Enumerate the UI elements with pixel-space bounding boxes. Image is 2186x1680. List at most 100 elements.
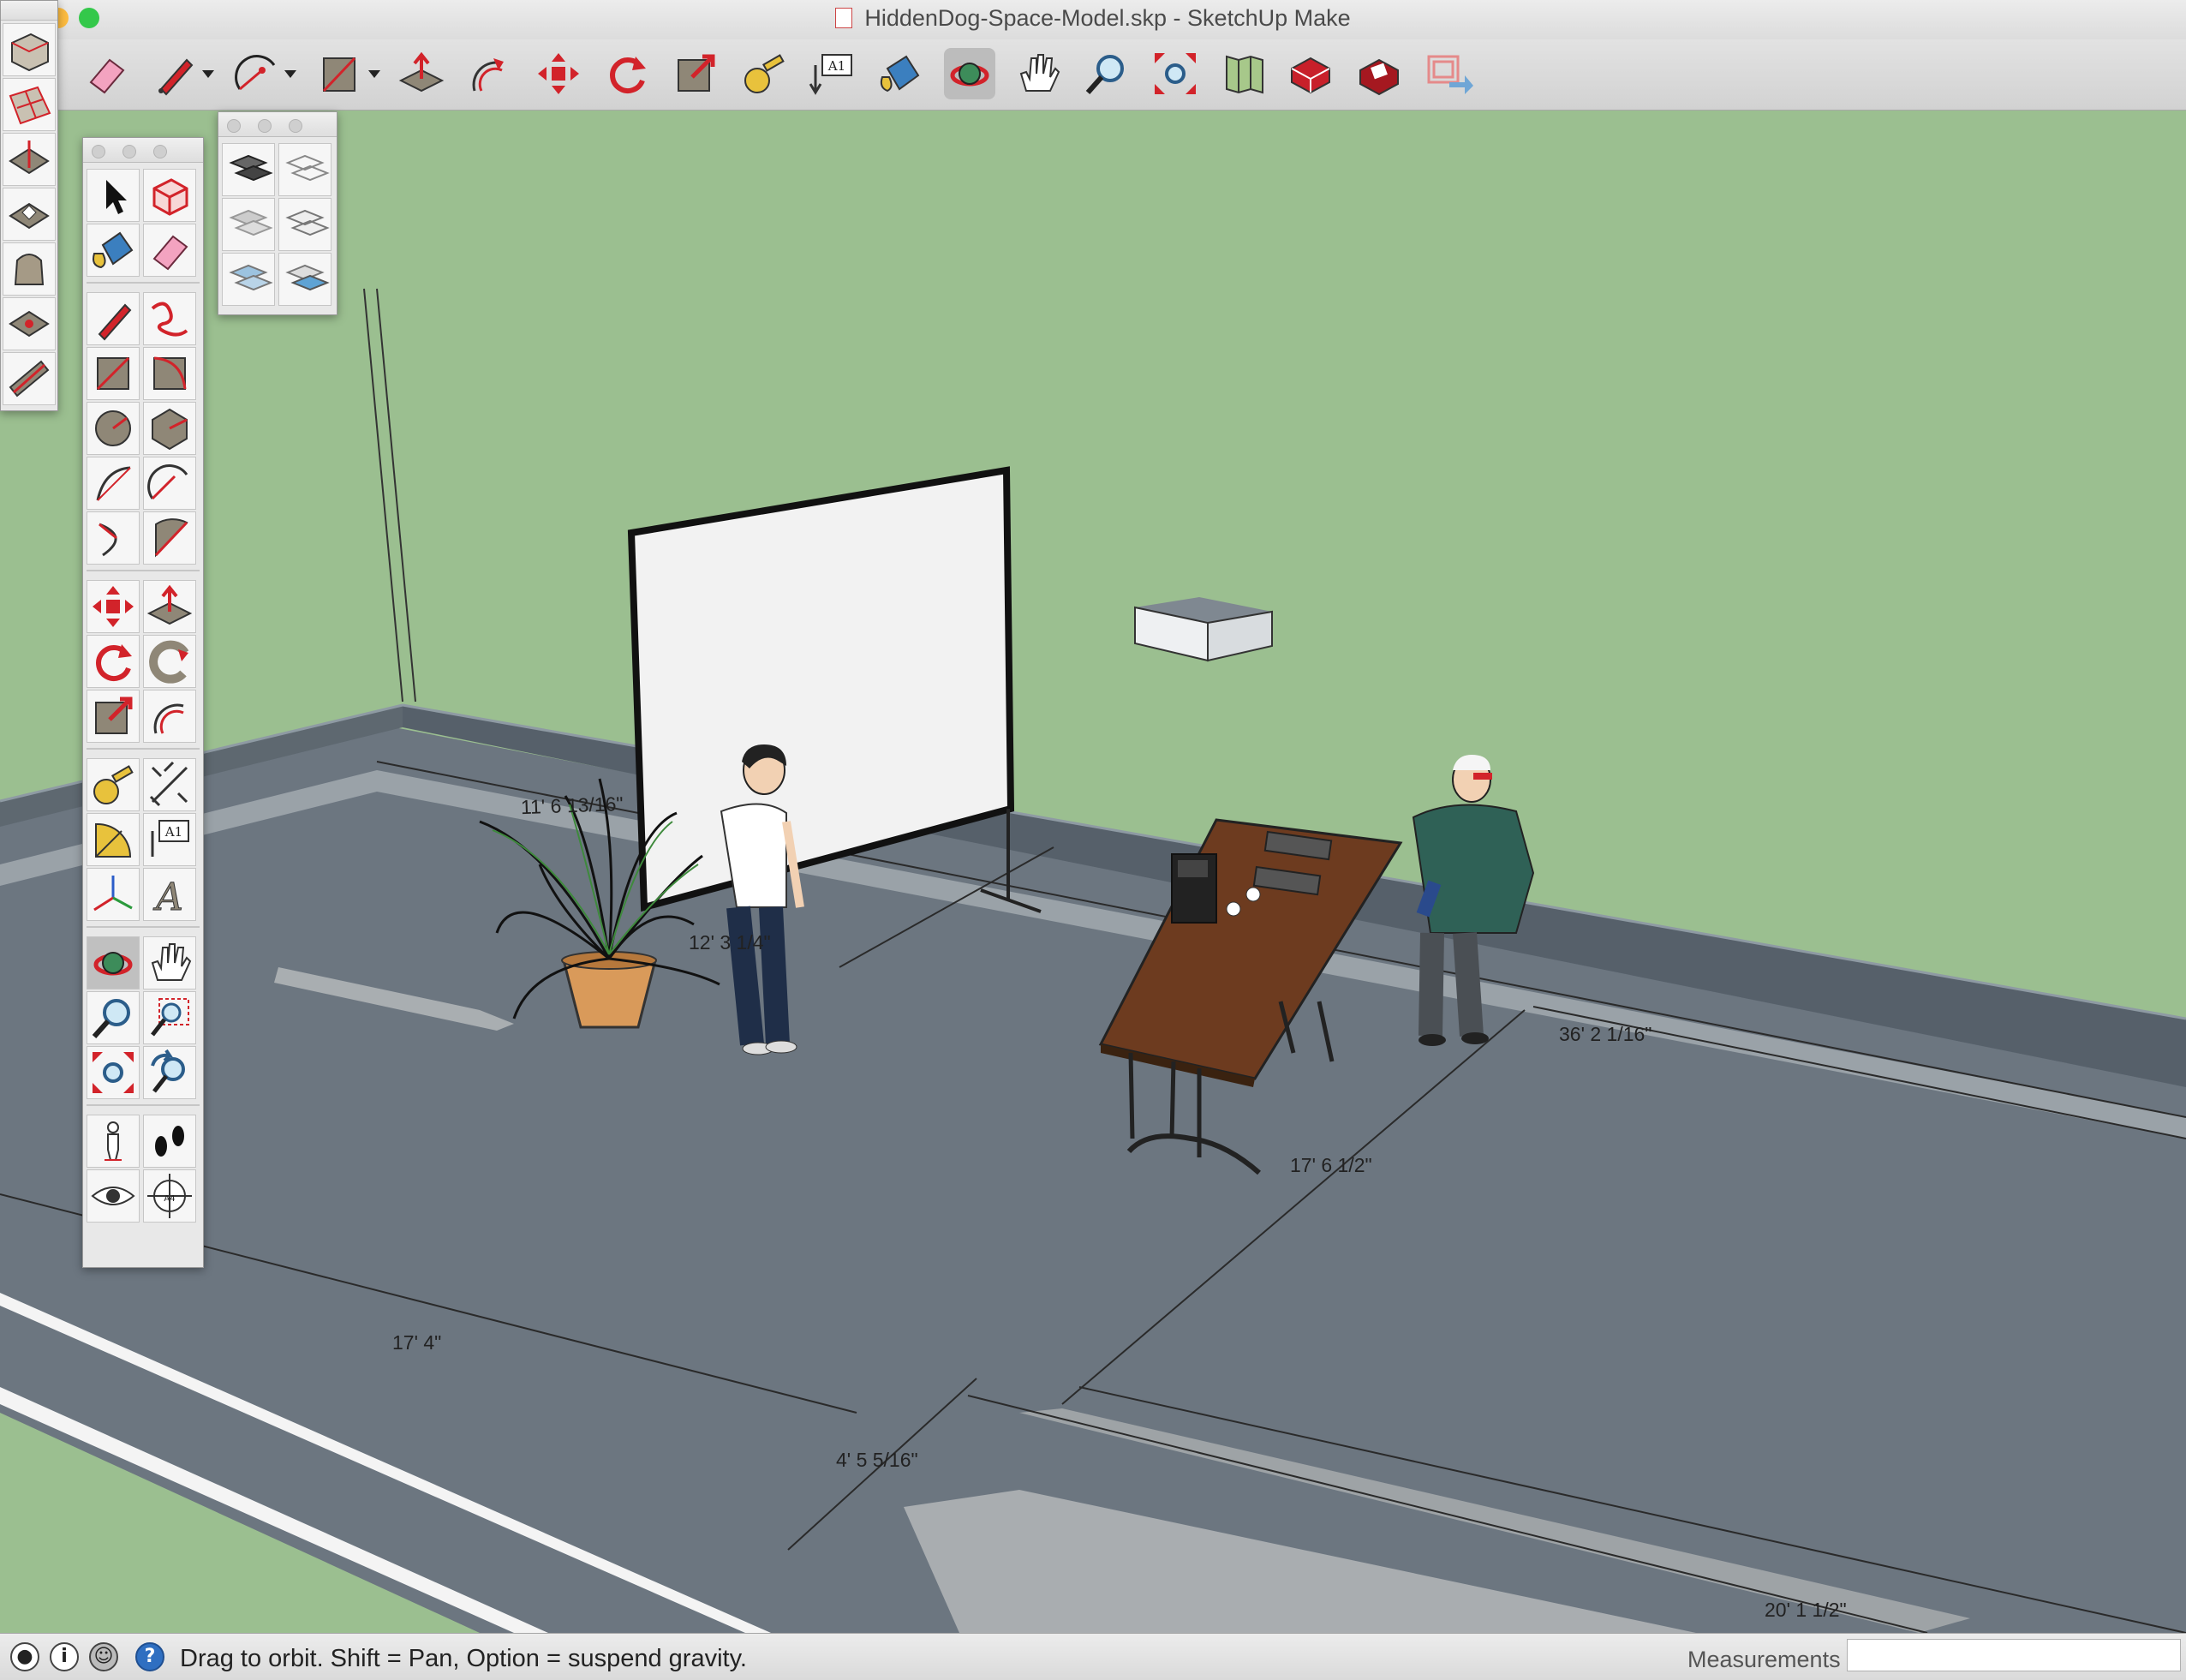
- zoom-extents-tool[interactable]: [1150, 48, 1201, 99]
- help-icon[interactable]: ?: [135, 1642, 164, 1671]
- scale-tool-palette[interactable]: [87, 690, 140, 743]
- polygon-icon: [152, 408, 188, 451]
- chevron-down-icon[interactable]: [202, 70, 214, 78]
- arc-tool[interactable]: [231, 48, 296, 99]
- wireframe-style-button[interactable]: [278, 198, 331, 251]
- left-view-button[interactable]: [3, 297, 56, 350]
- share-model-tool[interactable]: [1424, 48, 1475, 99]
- rotated-rectangle-tool[interactable]: [143, 347, 196, 400]
- dim-screen-offset[interactable]: 12' 3 1/4": [689, 931, 771, 954]
- position-camera-icon: [105, 1121, 122, 1161]
- iso-view-button[interactable]: [3, 23, 56, 76]
- user-icon[interactable]: ☺: [89, 1642, 118, 1671]
- push-pull-tool-palette[interactable]: [143, 580, 196, 633]
- geolocation-icon[interactable]: ●: [10, 1642, 39, 1671]
- dim-front-gap[interactable]: 4' 5 5/16": [836, 1449, 918, 1472]
- axes-tool[interactable]: [87, 868, 140, 921]
- three-point-arc-tool[interactable]: [87, 511, 140, 565]
- dim-front-right[interactable]: 20' 1 1/2": [1765, 1599, 1847, 1622]
- follow-me-tool[interactable]: [143, 635, 196, 688]
- add-location-tool[interactable]: [1218, 48, 1269, 99]
- scale-icon: [95, 697, 133, 734]
- front-view-button[interactable]: [3, 133, 56, 186]
- model-scene[interactable]: [0, 111, 2186, 1633]
- section-plane-icon: A4: [147, 1174, 192, 1218]
- previous-view-tool[interactable]: [143, 1046, 196, 1099]
- make-component-tool[interactable]: [143, 169, 196, 222]
- shaded-style-button[interactable]: [222, 253, 275, 306]
- rotate-tool-palette[interactable]: [87, 635, 140, 688]
- protractor-tool[interactable]: [87, 813, 140, 866]
- dim-center-depth[interactable]: 17' 6 1/2": [1290, 1154, 1372, 1177]
- dim-right-wall[interactable]: 36' 2 1/16": [1559, 1023, 1651, 1046]
- orbit-tool-palette[interactable]: [87, 936, 140, 989]
- paint-bucket-tool-palette[interactable]: [87, 224, 140, 277]
- tape-measure-tool-palette[interactable]: [87, 758, 140, 811]
- bottom-view-button[interactable]: [3, 352, 56, 405]
- right-view-button[interactable]: [3, 188, 56, 241]
- paint-bucket-tool[interactable]: [875, 48, 927, 99]
- move-tool[interactable]: [533, 48, 584, 99]
- tape-measure-tool[interactable]: [738, 48, 790, 99]
- drawing-area-viewport[interactable]: 11' 6 13/16" 12' 3 1/4" 36' 2 1/16" 17' …: [0, 111, 2186, 1633]
- xray-style-button[interactable]: [222, 143, 275, 196]
- position-camera-tool[interactable]: [87, 1115, 140, 1168]
- circle-tool[interactable]: [87, 402, 140, 455]
- hidden-line-style-button[interactable]: [222, 198, 275, 251]
- shapes-tool[interactable]: [315, 48, 380, 99]
- walk-tool[interactable]: [143, 1115, 196, 1168]
- shaded-style-icon: [229, 264, 273, 291]
- back-view-button[interactable]: [3, 242, 56, 296]
- credits-icon[interactable]: i: [50, 1642, 79, 1671]
- eraser-tool-palette[interactable]: [143, 224, 196, 277]
- push-pull-tool[interactable]: [396, 48, 447, 99]
- offset-icon: [153, 703, 184, 734]
- orbit-tool[interactable]: [944, 48, 995, 99]
- back-edges-style-icon: [285, 154, 330, 182]
- chevron-down-icon[interactable]: [368, 70, 380, 78]
- two-point-arc-tool[interactable]: [143, 457, 196, 510]
- eraser-icon: [89, 58, 125, 94]
- projector-box[interactable]: [1134, 597, 1273, 662]
- top-view-button[interactable]: [3, 78, 56, 131]
- styles-palette-titlebar[interactable]: [218, 112, 337, 137]
- offset-tool[interactable]: [463, 48, 514, 99]
- dim-back-wall[interactable]: 11' 6 13/16": [521, 792, 624, 819]
- freehand-tool[interactable]: [143, 292, 196, 345]
- scale-tool[interactable]: [670, 48, 721, 99]
- measurements-label: Measurements: [1687, 1647, 1841, 1672]
- zoom-extents-tool-palette[interactable]: [87, 1046, 140, 1099]
- views-palette-titlebar[interactable]: [1, 1, 57, 21]
- zoom-tool-palette[interactable]: [87, 991, 140, 1044]
- extension-warehouse-tool[interactable]: [1353, 48, 1405, 99]
- dim-left-length[interactable]: 17' 4": [392, 1331, 441, 1354]
- line-tool[interactable]: [149, 48, 214, 99]
- shaded-textures-style-button[interactable]: [278, 253, 331, 306]
- text-tool[interactable]: A1: [807, 48, 858, 99]
- measurements-input[interactable]: [1847, 1639, 2181, 1671]
- large-tool-set-titlebar[interactable]: [83, 138, 203, 163]
- move-tool-palette[interactable]: [87, 580, 140, 633]
- line-tool-palette[interactable]: [87, 292, 140, 345]
- text-tool-palette[interactable]: A1: [143, 813, 196, 866]
- look-around-tool[interactable]: [87, 1169, 140, 1223]
- rectangle-tool[interactable]: [87, 347, 140, 400]
- zoom-window-tool[interactable]: [143, 991, 196, 1044]
- 3d-text-tool[interactable]: A: [143, 868, 196, 921]
- zoom-tool[interactable]: [1081, 48, 1132, 99]
- eraser-tool[interactable]: [81, 48, 132, 99]
- hand-icon: [1019, 54, 1060, 92]
- pan-tool-palette[interactable]: [143, 936, 196, 989]
- section-plane-tool[interactable]: A4: [143, 1169, 196, 1223]
- 3d-warehouse-tool[interactable]: [1285, 48, 1336, 99]
- pie-tool[interactable]: [143, 511, 196, 565]
- select-tool[interactable]: [87, 169, 140, 222]
- arc-tool-palette[interactable]: [87, 457, 140, 510]
- back-edges-style-button[interactable]: [278, 143, 331, 196]
- rotate-tool[interactable]: [601, 48, 653, 99]
- offset-tool-palette[interactable]: [143, 690, 196, 743]
- polygon-tool[interactable]: [143, 402, 196, 455]
- dimension-tool[interactable]: [143, 758, 196, 811]
- pan-tool[interactable]: [1012, 48, 1064, 99]
- chevron-down-icon[interactable]: [284, 70, 296, 78]
